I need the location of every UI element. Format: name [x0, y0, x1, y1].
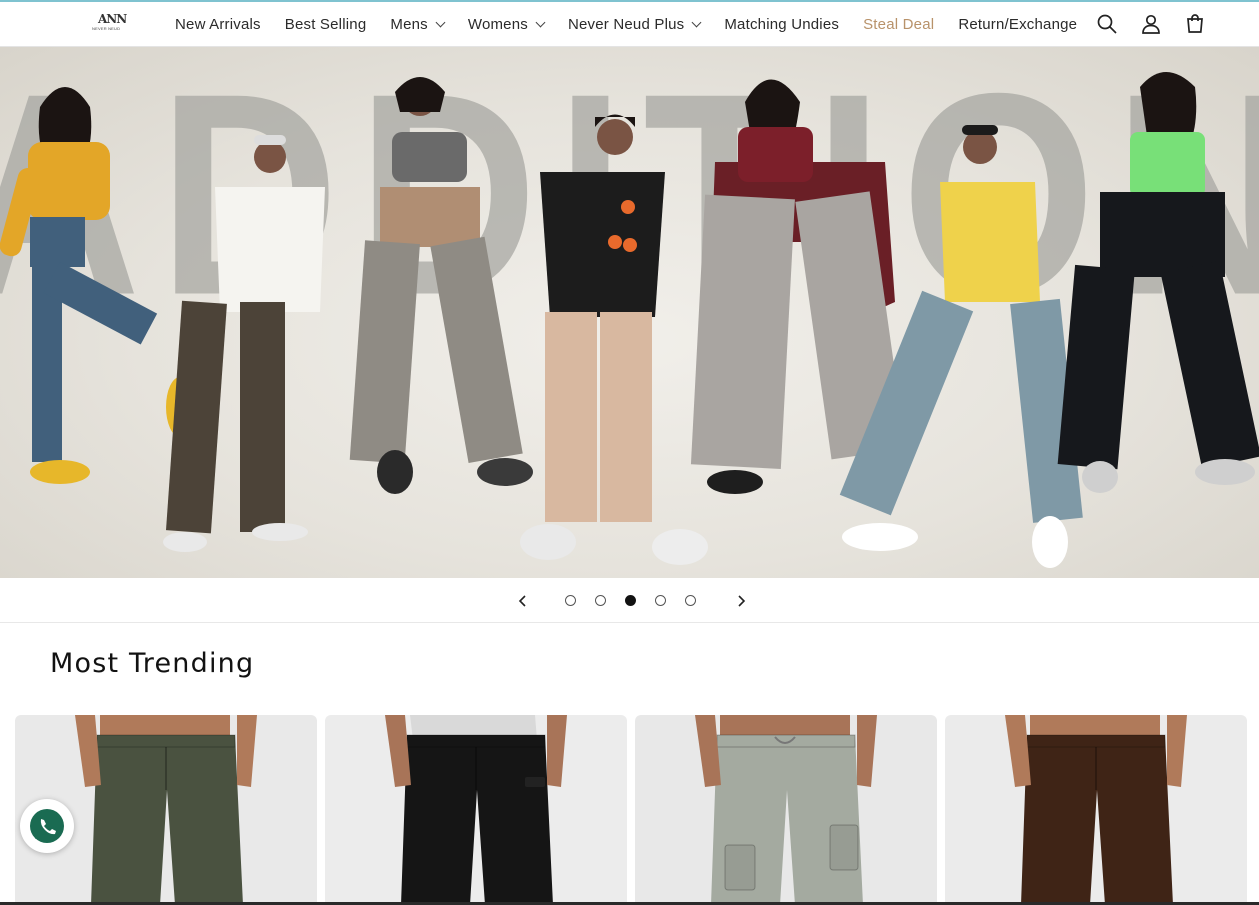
- slide-dots: [565, 595, 696, 606]
- account-icon[interactable]: [1139, 12, 1163, 36]
- nav-matching-undies[interactable]: Matching Undies: [712, 2, 851, 47]
- hero-slideshow[interactable]: ADDITIONS: [0, 47, 1259, 578]
- section-title-most-trending: Most Trending: [50, 648, 255, 679]
- nav-label: Steal Deal: [863, 16, 935, 33]
- model-figure: [349, 77, 533, 494]
- slideshow-controls: [0, 578, 1259, 623]
- nav-new-arrivals[interactable]: New Arrivals: [163, 2, 273, 47]
- nav-never-neud-plus[interactable]: Never Neud Plus: [556, 2, 712, 47]
- nav-label: Matching Undies: [724, 16, 840, 33]
- nav-label: Mens: [390, 16, 428, 33]
- product-image: [1005, 715, 1187, 905]
- chevron-left-icon[interactable]: [514, 592, 532, 610]
- product-image: [385, 715, 567, 905]
- nav-label: Womens: [467, 16, 528, 33]
- whatsapp-button[interactable]: [20, 799, 74, 853]
- nav-label: Best Selling: [284, 16, 367, 33]
- nav-womens[interactable]: Womens: [456, 2, 556, 47]
- model-figure: [0, 87, 194, 484]
- logo-subtext: NEVER NEUD: [92, 26, 121, 31]
- whatsapp-icon: [30, 809, 64, 843]
- trending-product-grid: [15, 715, 1247, 905]
- site-header: ANN NEVER NEUD New Arrivals Best Selling…: [0, 2, 1259, 47]
- product-card[interactable]: [635, 715, 937, 905]
- nav-mens[interactable]: Mens: [378, 2, 455, 47]
- nav-best-selling[interactable]: Best Selling: [273, 2, 379, 47]
- slide-dot-1[interactable]: [565, 595, 576, 606]
- nav-label: Never Neud Plus: [567, 16, 685, 33]
- chevron-down-icon: [691, 17, 702, 28]
- chevron-down-icon: [535, 17, 546, 28]
- product-card[interactable]: [325, 715, 627, 905]
- nav-steal-deal[interactable]: Steal Deal: [851, 2, 946, 47]
- nav-label: Return/Exchange: [958, 16, 1078, 33]
- hero-models-image: [0, 72, 1259, 568]
- nav-label: New Arrivals: [175, 16, 261, 33]
- chevron-right-icon[interactable]: [732, 592, 750, 610]
- search-icon[interactable]: [1095, 12, 1119, 36]
- product-card[interactable]: [945, 715, 1247, 905]
- model-figure: [520, 114, 708, 565]
- slide-dot-4[interactable]: [655, 595, 666, 606]
- slide-dot-3[interactable]: [625, 595, 636, 606]
- brand-logo[interactable]: ANN NEVER NEUD: [92, 12, 127, 36]
- main-nav: New Arrivals Best Selling Mens Womens Ne…: [163, 2, 1089, 47]
- product-image: [695, 715, 877, 905]
- nav-return-exchange[interactable]: Return/Exchange: [946, 2, 1089, 47]
- logo-mark: ANN: [98, 12, 127, 26]
- cart-icon[interactable]: [1183, 12, 1207, 36]
- chevron-down-icon: [435, 17, 446, 28]
- slide-dot-2[interactable]: [595, 595, 606, 606]
- model-figure: [1057, 72, 1259, 493]
- model-figure: [163, 135, 325, 552]
- slide-dot-5[interactable]: [685, 595, 696, 606]
